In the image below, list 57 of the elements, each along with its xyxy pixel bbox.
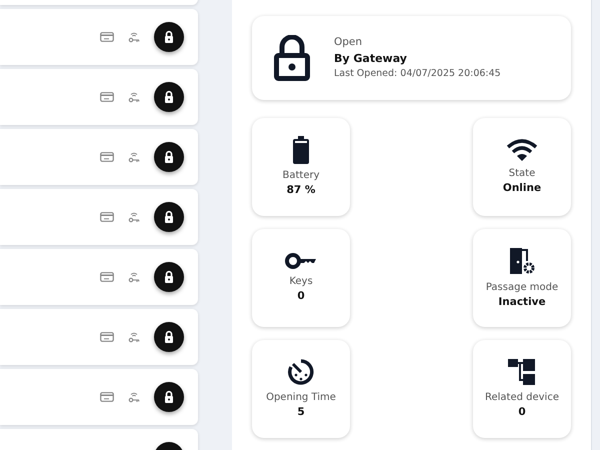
- wifi-icon: [506, 138, 538, 162]
- padlock-icon: [163, 270, 175, 284]
- card-icon: [100, 272, 114, 282]
- lock-button[interactable]: [154, 322, 184, 352]
- padlock-icon: [163, 30, 175, 44]
- wireless-key-icon: [128, 391, 140, 403]
- lock-list-item[interactable]: [0, 369, 198, 425]
- card-icon: [100, 212, 114, 222]
- card-icon: [100, 32, 114, 42]
- tile-value: 87 %: [286, 182, 316, 198]
- lock-button[interactable]: [154, 202, 184, 232]
- door-gear-icon: [508, 246, 536, 276]
- connected-blocks-icon: [507, 358, 537, 386]
- tile-value: Inactive: [498, 294, 546, 310]
- lock-button[interactable]: [154, 22, 184, 52]
- tile-value: 0: [518, 404, 526, 420]
- lock-button[interactable]: [154, 262, 184, 292]
- wireless-key-icon: [128, 331, 140, 343]
- tile-label: Related device: [484, 390, 559, 405]
- tile-label: Keys: [289, 274, 313, 289]
- status-label: Open: [334, 34, 364, 50]
- tile-value: Online: [502, 180, 542, 196]
- wireless-key-icon: [128, 31, 140, 43]
- tile-label: Opening Time: [266, 390, 336, 405]
- padlock-icon: [163, 210, 175, 224]
- battery-icon: [293, 136, 309, 164]
- padlock-icon: [163, 330, 175, 344]
- card-icon: [100, 332, 114, 342]
- last-opened-text: Last Opened: 04/07/2025 20:06:45: [334, 67, 501, 81]
- lock-list-item[interactable]: [0, 129, 198, 185]
- tile-value: 5: [297, 404, 305, 420]
- lock-list-item[interactable]: [0, 9, 198, 65]
- padlock-icon: [163, 90, 175, 104]
- wireless-key-icon: [128, 271, 140, 283]
- status-source: By Gateway: [334, 50, 408, 66]
- wireless-key-icon: [128, 151, 140, 163]
- padlock-icon: [274, 35, 310, 81]
- lock-list-item[interactable]: [0, 69, 198, 125]
- wireless-key-icon: [128, 91, 140, 103]
- padlock-icon: [163, 150, 175, 164]
- padlock-icon: [163, 390, 175, 404]
- key-icon: [285, 252, 317, 270]
- timer-icon: [287, 358, 315, 386]
- lock-list-item[interactable]: [0, 189, 198, 245]
- card-icon: [100, 392, 114, 402]
- card-icon: [100, 92, 114, 102]
- card-icon: [100, 152, 114, 162]
- tile-label: State: [508, 166, 536, 181]
- lock-button[interactable]: [154, 382, 184, 412]
- tile-value: 0: [297, 288, 305, 304]
- tile-label: Battery: [282, 168, 320, 183]
- lock-button[interactable]: [154, 142, 184, 172]
- lock-button[interactable]: [154, 82, 184, 112]
- lock-list-item[interactable]: [0, 249, 198, 305]
- lock-list-item[interactable]: [0, 309, 198, 365]
- tile-label: Passage mode: [486, 280, 558, 295]
- wireless-key-icon: [128, 211, 140, 223]
